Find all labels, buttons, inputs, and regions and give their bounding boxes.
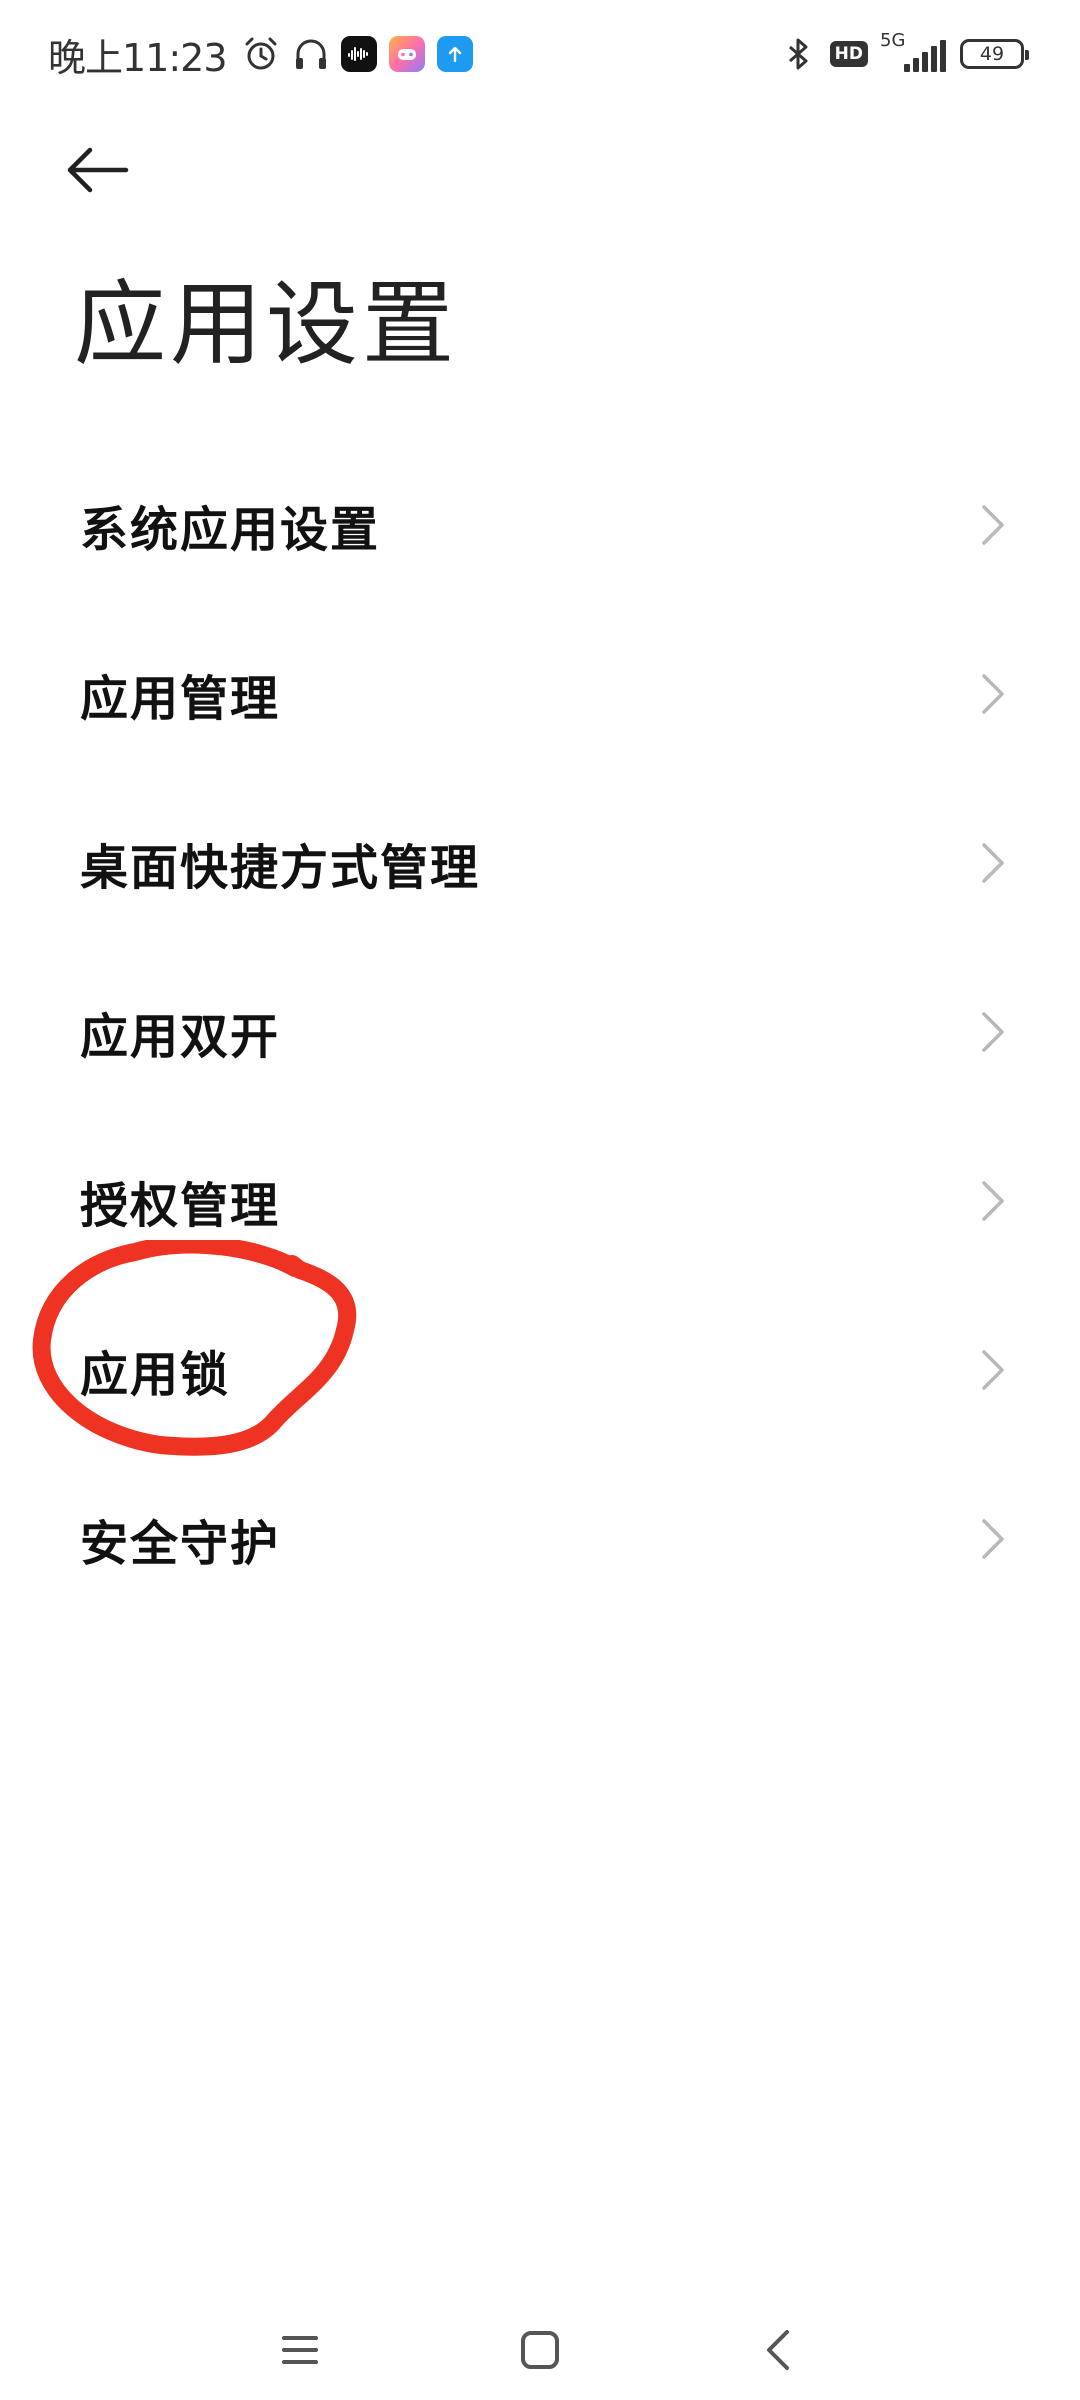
navigation-bar: [0, 2300, 1080, 2400]
battery-level: 49: [979, 43, 1005, 65]
settings-item-label: 授权管理: [80, 1177, 281, 1234]
chevron-right-icon: [978, 839, 1008, 887]
settings-item-permission-management[interactable]: 授权管理: [0, 1116, 1080, 1285]
status-bar-left: 晚上11:23: [48, 26, 485, 82]
settings-item-security-guard[interactable]: 安全守护: [0, 1454, 1080, 1623]
settings-item-app-management[interactable]: 应用管理: [0, 609, 1080, 778]
settings-item-label: 桌面快捷方式管理: [80, 839, 481, 896]
menu-icon: [282, 2336, 318, 2364]
settings-item-desktop-shortcut-management[interactable]: 桌面快捷方式管理: [0, 778, 1080, 947]
settings-item-system-app-settings[interactable]: 系统应用设置: [0, 440, 1080, 609]
chevron-right-icon: [978, 1515, 1008, 1563]
chevron-right-icon: [978, 670, 1008, 718]
chevron-right-icon: [978, 1346, 1008, 1394]
settings-list: 系统应用设置 应用管理 桌面快捷方式管理 应用双开 授权管理 应用锁 安全守护: [0, 440, 1080, 1623]
music-app-icon: [340, 36, 377, 72]
signal-bars: [901, 40, 946, 72]
alarm-icon: [241, 34, 281, 74]
home-button[interactable]: [510, 2320, 570, 2380]
status-bar-right: HD 5G 49: [778, 26, 1029, 82]
settings-item-label: 应用管理: [80, 670, 281, 727]
home-icon: [521, 2331, 559, 2369]
nav-back-button[interactable]: [750, 2320, 810, 2380]
recent-apps-button[interactable]: [270, 2320, 330, 2380]
settings-item-label: 安全守护: [80, 1515, 281, 1572]
arrow-left-icon: [67, 147, 129, 193]
game-app-icon: [388, 36, 425, 72]
back-icon: [767, 2330, 789, 2370]
chevron-right-icon: [978, 501, 1008, 549]
settings-item-app-lock[interactable]: 应用锁: [0, 1285, 1080, 1454]
settings-item-dual-apps[interactable]: 应用双开: [0, 947, 1080, 1116]
settings-item-label: 应用双开: [80, 1008, 281, 1065]
chevron-right-icon: [978, 1177, 1008, 1225]
battery-icon: 49: [960, 39, 1029, 69]
status-time: 晚上11:23: [48, 35, 228, 80]
chevron-right-icon: [978, 1008, 1008, 1056]
settings-item-label: 应用锁: [80, 1346, 231, 1403]
page-title: 应用设置: [74, 271, 459, 378]
bluetooth-icon: [778, 34, 818, 74]
hd-badge: HD: [829, 41, 868, 67]
back-button[interactable]: [64, 130, 154, 210]
headphones-icon: [291, 34, 331, 74]
upload-app-icon: [436, 36, 473, 72]
signal-icon: 5G: [880, 32, 946, 76]
status-bar: 晚上11:23 HD 5G 49: [0, 0, 1080, 110]
settings-item-label: 系统应用设置: [80, 501, 381, 558]
